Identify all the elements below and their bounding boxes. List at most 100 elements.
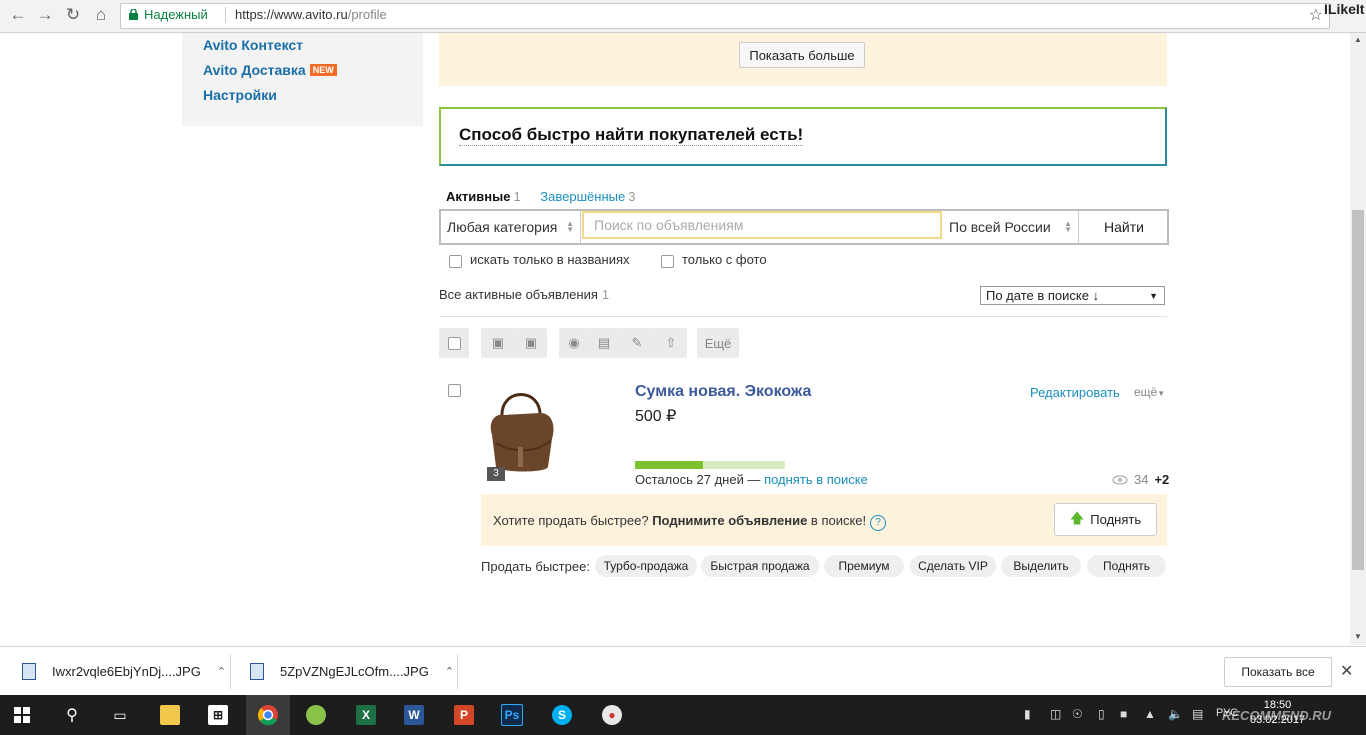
box-closed-icon: ▣ <box>524 335 538 350</box>
tab-active[interactable]: Активные 1 <box>446 189 521 204</box>
highlight-button[interactable]: Выделить <box>1001 555 1081 577</box>
turbo-sale-button[interactable]: Турбо-продажа <box>595 555 697 577</box>
url-text[interactable]: https://www.avito.ru/profile <box>235 7 387 22</box>
item-checkbox[interactable] <box>448 384 461 397</box>
sort-select[interactable]: По дате в поиске ↓ ▼ <box>980 286 1165 305</box>
progress-fill <box>635 461 703 469</box>
sidebar-item-settings[interactable]: Настройки <box>203 87 277 103</box>
network-icon[interactable]: ▤ <box>1192 707 1203 721</box>
tray-note-icon[interactable]: ▮ <box>1024 707 1031 721</box>
select-all-checkbox[interactable] <box>447 336 461 350</box>
word-icon[interactable]: W <box>392 695 436 735</box>
ilikeit-extension[interactable]: ILikeIt <box>1324 1 1364 17</box>
tray-nvidia-icon[interactable]: ■ <box>1120 707 1127 721</box>
edit-button[interactable]: ✎ <box>619 328 655 358</box>
download-item[interactable]: Iwxr2vqle6EbjYnDj....JPG ⌃ <box>22 647 226 696</box>
volume-icon[interactable]: 🔈 <box>1168 707 1183 721</box>
scroll-up-icon[interactable]: ▲ <box>1350 33 1366 47</box>
upsell-suffix: в поиске! <box>807 513 867 528</box>
download-divider <box>230 655 231 689</box>
upsell-prefix: Хотите продать быстрее? <box>493 513 653 528</box>
tray-adobe-icon[interactable]: ▲ <box>1144 707 1156 721</box>
views-delta: +2 <box>1154 472 1170 487</box>
file-explorer-icon[interactable] <box>148 695 192 735</box>
back-icon[interactable]: ← <box>6 4 30 26</box>
quick-sale-button[interactable]: Быстрая продажа <box>701 555 819 577</box>
photo-only-label[interactable]: только с фото <box>682 252 767 267</box>
profile-sidebar: Avito Контекст Avito Доставка NEW Настрой… <box>182 33 423 126</box>
region-select[interactable]: По всей России ▲ ▼ <box>943 211 1079 243</box>
document-icon: ▤ <box>597 335 611 350</box>
search-icon[interactable]: ⚲ <box>50 695 94 735</box>
powerpoint-icon[interactable]: P <box>442 695 486 735</box>
maps-app-icon[interactable] <box>294 695 338 735</box>
show-all-downloads-button[interactable]: Показать все <box>1224 657 1332 687</box>
sidebar-item-label: Avito Доставка <box>203 62 306 78</box>
help-icon[interactable]: ? <box>870 515 887 531</box>
sidebar-item-avito-context[interactable]: Avito Контекст <box>203 37 303 53</box>
skype-icon[interactable]: S <box>540 695 584 735</box>
reload-icon[interactable]: ↻ <box>61 4 85 26</box>
info-button[interactable]: ◉ <box>559 328 589 358</box>
scrollbar-thumb[interactable] <box>1352 210 1364 570</box>
tray-battery-icon[interactable]: ▯ <box>1098 707 1105 721</box>
chrome-icon[interactable] <box>246 695 290 735</box>
sidebar-item-avito-delivery[interactable]: Avito Доставка NEW <box>203 62 337 78</box>
item-price: 500 ₽ <box>635 408 677 425</box>
item-more-dropdown[interactable]: ещё▼ <box>1134 385 1165 399</box>
browser-toolbar: ← → ↻ ⌂ Надежный https://www.avito.ru/pr… <box>0 0 1366 33</box>
promo-banner[interactable]: Способ быстро найти покупателей есть! <box>439 107 1167 166</box>
paint-icon[interactable]: ● <box>590 695 634 735</box>
close-icon[interactable]: ✕ <box>1340 661 1353 681</box>
raise-toolbar-button[interactable]: ⇧ <box>655 328 687 358</box>
windows-taskbar: ⚲ ▭ ⊞ X W P Ps S ● ▮ ◫ ☉ ▯ ■ ▲ 🔈 ▤ РУС 1… <box>0 695 1366 735</box>
store-icon[interactable]: ⊞ <box>196 695 240 735</box>
archive-button[interactable]: ▣ <box>515 328 547 358</box>
listing-search-bar: Любая категория ▲ ▼ Поиск по объявлениям … <box>439 209 1169 245</box>
scroll-down-icon[interactable]: ▼ <box>1350 630 1366 644</box>
select-all-toggle[interactable] <box>439 328 469 358</box>
make-vip-button[interactable]: Сделать VIP <box>910 555 996 577</box>
title-only-checkbox[interactable] <box>449 255 462 268</box>
premium-button[interactable]: Премиум <box>824 555 904 577</box>
title-only-label[interactable]: искать только в названиях <box>470 252 630 267</box>
stats-button[interactable]: ▤ <box>589 328 619 358</box>
image-file-icon <box>22 663 36 680</box>
secure-indicator[interactable]: Надежный <box>129 7 208 22</box>
tab-label: Активные <box>446 189 511 204</box>
box-icon: ▣ <box>491 335 505 350</box>
start-windows-icon[interactable] <box>0 695 44 735</box>
raise-pill-button[interactable]: Поднять <box>1087 555 1166 577</box>
up-arrow-icon: 🡅 <box>1069 509 1085 526</box>
item-title-link[interactable]: Сумка новая. Экокожа <box>635 383 811 401</box>
forward-icon[interactable]: → <box>33 4 57 26</box>
show-more-button[interactable]: Показать больше <box>739 42 865 68</box>
address-bar[interactable]: Надежный https://www.avito.ru/profile ☆ <box>120 3 1330 29</box>
download-item[interactable]: 5ZpVZNgEJLcOfm....JPG ⌃ <box>250 647 454 696</box>
search-input[interactable]: Поиск по объявлениям <box>582 211 942 239</box>
raise-button[interactable]: 🡅 Поднять <box>1054 503 1157 536</box>
raise-in-search-link[interactable]: поднять в поиске <box>764 472 868 487</box>
photoshop-icon[interactable]: Ps <box>490 695 534 735</box>
toolbar-more-button[interactable]: Ещё <box>697 328 739 358</box>
sidebar-item-label: Avito Контекст <box>203 37 304 53</box>
search-button[interactable]: Найти <box>1081 211 1167 243</box>
edit-link[interactable]: Редактировать <box>1030 385 1120 400</box>
activate-button[interactable]: ▣ <box>481 328 515 358</box>
item-photo[interactable] <box>482 383 562 479</box>
excel-icon[interactable]: X <box>344 695 388 735</box>
select-arrows-icon: ▲ ▼ <box>566 219 574 234</box>
tray-shield-icon[interactable]: ☉ <box>1072 707 1083 721</box>
dropdown-arrow-icon: ▼ <box>1149 290 1158 301</box>
home-icon[interactable]: ⌂ <box>89 4 113 26</box>
tab-completed[interactable]: Завершённые 3 <box>540 189 635 204</box>
chevron-up-icon[interactable]: ⌃ <box>217 665 226 678</box>
bookmark-star-icon[interactable]: ☆ <box>1309 5 1323 25</box>
upsell-text: Хотите продать быстрее? Поднимите объявл… <box>493 513 887 531</box>
category-select[interactable]: Любая категория ▲ ▼ <box>441 211 581 243</box>
chevron-up-icon[interactable]: ⌃ <box>445 665 454 678</box>
photo-only-checkbox[interactable] <box>661 255 674 268</box>
task-view-icon[interactable]: ▭ <box>98 695 142 735</box>
banner-text[interactable]: Способ быстро найти покупателей есть! <box>459 125 804 146</box>
tray-usb-icon[interactable]: ◫ <box>1050 707 1061 721</box>
